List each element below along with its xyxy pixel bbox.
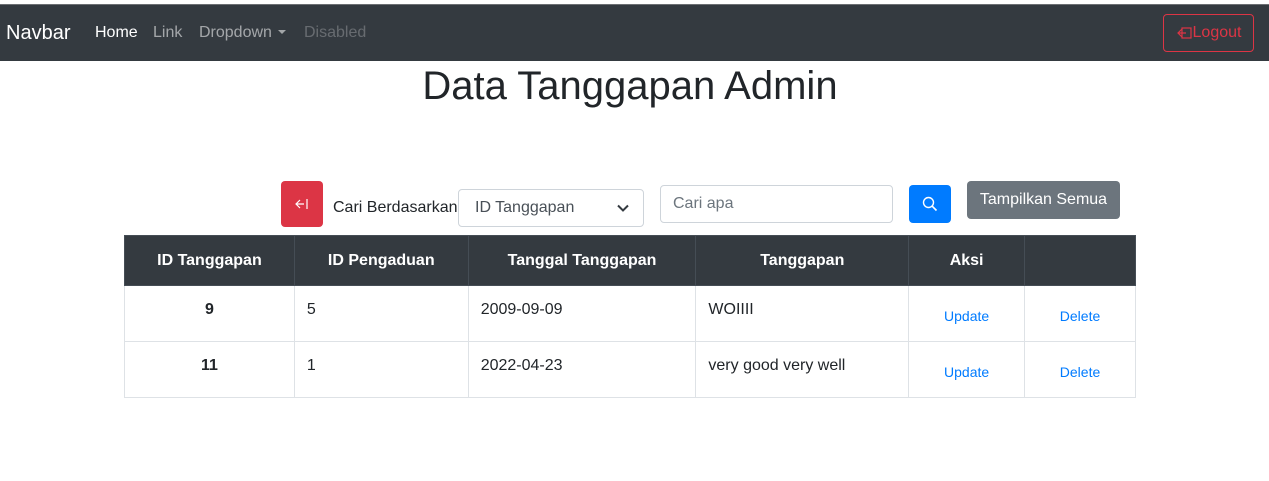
update-link[interactable]: Update <box>944 364 989 380</box>
page-title: Data Tanggapan Admin <box>422 64 838 108</box>
col-header-id-tanggapan: ID Tanggapan <box>124 235 295 286</box>
show-all-button[interactable]: Tampilkan Semua <box>967 181 1120 219</box>
cell-id-pengaduan: 1 <box>293 341 469 398</box>
table-header-row: ID Tanggapan ID Pengaduan Tanggal Tangga… <box>124 235 1136 286</box>
back-arrow-icon <box>295 199 308 209</box>
col-header-empty <box>1024 235 1136 286</box>
nav-link-home[interactable]: Home <box>95 23 138 43</box>
navbar-brand[interactable]: Navbar <box>6 21 70 45</box>
table-row: 9 5 2009-09-09 WOIIII Update Delete <box>124 285 1136 342</box>
cell-delete: Delete <box>1024 285 1136 342</box>
navbar: Navbar Home Link Dropdown Disabled Logou… <box>0 5 1269 61</box>
cell-id-pengaduan: 5 <box>293 285 469 342</box>
col-header-tanggapan: Tanggapan <box>695 235 910 286</box>
response-table: ID Tanggapan ID Pengaduan Tanggal Tangga… <box>124 235 1136 398</box>
search-by-label: Cari Berdasarkan <box>333 199 458 216</box>
chevron-down-icon <box>617 204 629 212</box>
nav-link-disabled: Disabled <box>304 24 367 41</box>
cell-tanggal: 2009-09-09 <box>467 285 697 342</box>
cell-update: Update <box>908 285 1026 342</box>
delete-link[interactable]: Delete <box>1060 364 1100 380</box>
search-input[interactable] <box>660 185 893 223</box>
logout-icon <box>1176 27 1192 39</box>
search-icon <box>922 196 938 212</box>
cell-tanggal: 2022-04-23 <box>467 341 697 398</box>
cell-id-tanggapan: 9 <box>124 285 295 342</box>
cell-id-tanggapan: 11 <box>124 341 295 398</box>
search-field-select[interactable]: ID Tanggapan <box>458 189 644 227</box>
table-row: 11 1 2022-04-23 very good very well Upda… <box>124 341 1136 398</box>
nav-link-link[interactable]: Link <box>153 23 182 43</box>
nav-dropdown-label: Dropdown <box>199 24 272 41</box>
cell-tanggapan: WOIIII <box>695 285 910 342</box>
back-button[interactable] <box>281 181 323 227</box>
logout-button[interactable]: Logout <box>1163 14 1254 52</box>
col-header-tanggal: Tanggal Tanggapan <box>467 235 697 286</box>
col-header-id-pengaduan: ID Pengaduan <box>293 235 469 286</box>
update-link[interactable]: Update <box>944 308 989 324</box>
col-header-aksi: Aksi <box>908 235 1026 286</box>
caret-down-icon <box>277 30 286 34</box>
select-value: ID Tanggapan <box>475 199 575 216</box>
nav-dropdown-toggle[interactable]: Dropdown <box>199 23 286 43</box>
logout-label: Logout <box>1192 24 1242 41</box>
cell-tanggapan: very good very well <box>695 341 910 398</box>
search-button[interactable] <box>909 185 951 223</box>
cell-update: Update <box>908 341 1026 398</box>
cell-delete: Delete <box>1024 341 1136 398</box>
delete-link[interactable]: Delete <box>1060 308 1100 324</box>
